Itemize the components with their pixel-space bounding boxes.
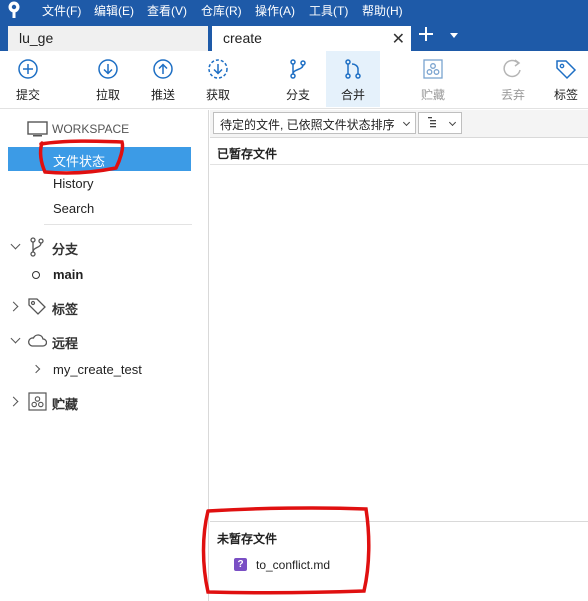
list-view-icon [428,117,436,128]
tag-button[interactable]: 标签 [543,51,588,107]
sidebar-remotes-header[interactable]: 远程 [0,329,209,353]
branches-label: 分支 [52,242,79,257]
file-status-label: 文件状态 [53,154,106,169]
discard-button[interactable]: 丢弃 [489,51,537,107]
branch-label: 分支 [285,88,310,102]
untracked-file-icon: ? [234,558,247,571]
menu-actions[interactable]: 操作(A) [255,2,295,19]
chevron-down-icon[interactable] [10,333,21,344]
tab-create[interactable]: create ✕ [212,26,411,51]
sidebar-workspace-header: WORKSPACE [0,118,209,142]
tag-icon [28,298,46,315]
workspace-label: WORKSPACE [52,122,130,136]
tag-label: 标签 [553,88,578,102]
sidebar-branches-header[interactable]: 分支 [0,235,209,259]
file-status-panel: 待定的文件, 已依照文件状态排序 已暂存文件 未暂存文件 ? to_confli… [210,110,588,601]
branch-icon [30,237,44,257]
current-branch-icon [32,271,40,279]
sourcetree-logo-icon [8,1,20,18]
discard-label: 丢弃 [500,88,525,102]
tab-bar: lu_ge create ✕ [0,19,588,51]
pull-label: 拉取 [95,88,120,102]
sort-dropdown-value: 待定的文件, 已依照文件状态排序 [220,118,395,132]
push-button[interactable]: 推送 [139,51,187,107]
chevron-down-icon[interactable] [10,239,21,250]
stash-icon [28,392,47,411]
remotes-label: 远程 [52,336,79,351]
pull-icon [98,59,118,79]
unstaged-file-row[interactable]: ? to_conflict.md [210,556,588,578]
history-label: History [53,176,94,191]
sidebar-item-search[interactable]: Search [0,197,209,221]
sort-dropdown[interactable]: 待定的文件, 已依照文件状态排序 [213,112,416,134]
push-label: 推送 [150,88,175,102]
menu-view[interactable]: 查看(V) [147,2,187,19]
chevron-right-icon[interactable] [8,396,19,407]
merge-label: 合并 [340,88,365,102]
commit-button[interactable]: 提交 [4,51,52,107]
tag-icon [556,60,577,80]
branch-button[interactable]: 分支 [274,51,322,107]
view-mode-dropdown[interactable] [418,112,462,134]
tab-label: lu_ge [19,30,54,46]
unstaged-files-title: 未暂存文件 [217,532,278,546]
merge-button[interactable]: 合并 [326,51,380,107]
commit-icon [18,59,38,79]
cloud-icon [28,334,47,347]
commit-label: 提交 [15,88,40,102]
stash-icon [423,59,443,79]
sidebar-stashes-header[interactable]: 贮藏 [0,390,209,414]
unstaged-file-name: to_conflict.md [256,558,331,572]
menu-repository[interactable]: 仓库(R) [201,2,242,19]
stash-button[interactable]: 贮藏 [409,51,457,107]
fetch-button[interactable]: 获取 [194,51,242,107]
fetch-icon [208,59,228,79]
branch-icon [290,59,306,79]
unstaged-files-header: 未暂存文件 [210,525,588,550]
remote-name-label: my_create_test [53,362,142,377]
toolbar: 提交 拉取 推送 获取 分支 合并 贮藏 丢弃 标签 [0,51,588,109]
menu-tools[interactable]: 工具(T) [309,2,348,19]
pull-button[interactable]: 拉取 [84,51,132,107]
tab-list-dropdown-icon[interactable] [450,33,458,38]
chevron-right-icon[interactable] [8,301,19,312]
staged-files-header: 已暂存文件 [210,140,588,165]
monitor-icon [27,121,48,137]
menu-file[interactable]: 文件(F) [42,2,81,19]
sidebar-item-file-status[interactable]: 文件状态 [8,147,191,171]
search-label: Search [53,201,95,216]
menu-edit[interactable]: 编辑(E) [94,2,134,19]
push-icon [153,59,173,79]
sidebar-item-history[interactable]: History [0,172,209,196]
fetch-label: 获取 [205,88,230,102]
sidebar-item-branch-main[interactable]: main [0,263,209,287]
add-tab-icon[interactable] [416,24,436,44]
merge-icon [345,59,361,79]
sidebar-item-remote[interactable]: my_create_test [0,358,209,382]
chevron-down-icon [402,118,411,127]
branch-main-label: main [53,267,84,282]
sidebar-tags-header[interactable]: 标签 [0,295,209,319]
menu-help[interactable]: 帮助(H) [362,2,403,19]
close-icon[interactable]: ✕ [392,29,405,49]
sidebar: WORKSPACE 文件状态 History Search 分支 main 标签 [0,110,209,601]
tab-label: create [223,30,262,46]
discard-icon [503,59,521,78]
tab-lu-ge[interactable]: lu_ge [8,26,208,51]
chevron-down-icon [448,118,457,127]
divider [44,224,192,225]
menu-bar: 文件(F) 编辑(E) 查看(V) 仓库(R) 操作(A) 工具(T) 帮助(H… [0,0,588,19]
tags-label: 标签 [52,302,79,317]
splitter[interactable] [210,521,588,522]
stash-label: 贮藏 [420,88,445,102]
stashes-label: 贮藏 [52,397,79,412]
staged-files-list [210,166,588,522]
chevron-right-icon[interactable] [31,364,41,374]
staged-files-title: 已暂存文件 [217,147,278,161]
